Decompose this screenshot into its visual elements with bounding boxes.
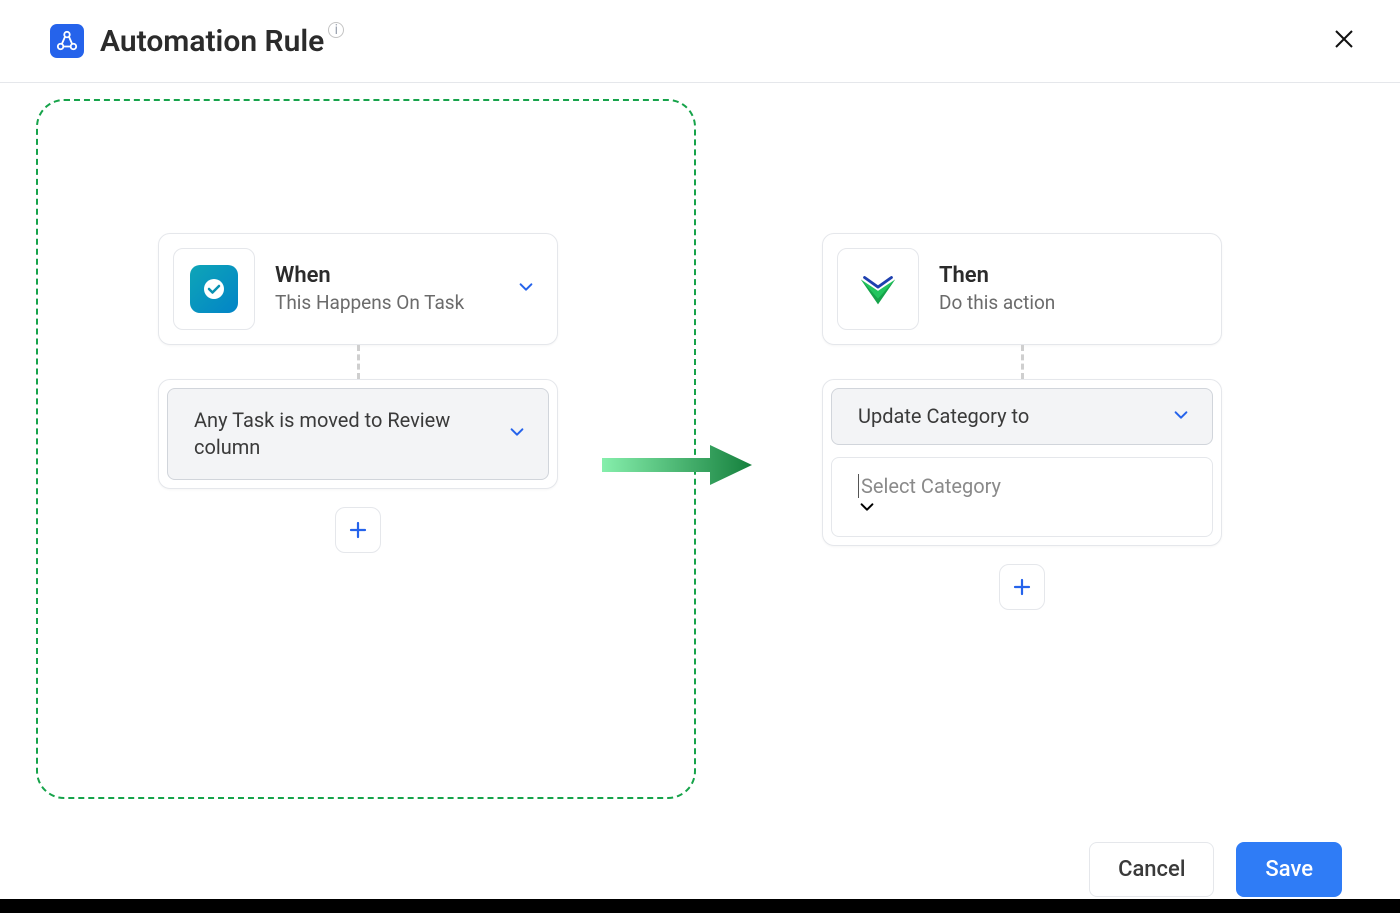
action-select-text: Update Category to bbox=[858, 403, 1029, 430]
when-expand[interactable] bbox=[513, 274, 539, 304]
then-subtitle: Do this action bbox=[939, 290, 1203, 316]
then-card[interactable]: Then Do this action bbox=[822, 233, 1222, 345]
save-button[interactable]: Save bbox=[1236, 842, 1342, 897]
close-button[interactable] bbox=[1328, 22, 1360, 60]
app-icon bbox=[50, 24, 84, 58]
action-select[interactable]: Update Category to bbox=[831, 388, 1213, 445]
cancel-button[interactable]: Cancel bbox=[1089, 842, 1214, 897]
page-title-text: Automation Rule bbox=[100, 24, 324, 59]
chevron-down-icon bbox=[517, 278, 535, 296]
then-icon-box bbox=[837, 248, 919, 330]
add-action-button[interactable] bbox=[999, 564, 1045, 610]
add-trigger-button[interactable] bbox=[335, 507, 381, 553]
arrow-right-icon bbox=[602, 441, 752, 489]
category-placeholder: Select Category bbox=[858, 474, 1001, 498]
when-title: When bbox=[275, 263, 493, 288]
page-title: Automation Rule i bbox=[100, 24, 344, 59]
close-icon bbox=[1334, 29, 1354, 49]
when-condition-card: Any Task is moved to Review column bbox=[158, 379, 558, 489]
action-select-chevron bbox=[1172, 406, 1190, 428]
plus-icon bbox=[1012, 577, 1032, 597]
trigger-select-chevron bbox=[508, 423, 526, 445]
when-icon-box bbox=[173, 248, 255, 330]
chevron-down-icon bbox=[508, 423, 526, 441]
when-card[interactable]: When This Happens On Task bbox=[158, 233, 558, 345]
header: Automation Rule i bbox=[0, 0, 1400, 83]
then-action-card: Update Category to Select Category bbox=[822, 379, 1222, 546]
footer: Cancel Save bbox=[1089, 842, 1342, 897]
header-left: Automation Rule i bbox=[50, 24, 344, 59]
then-title: Then bbox=[939, 263, 1203, 288]
category-select[interactable]: Select Category bbox=[831, 457, 1213, 537]
checkmark-circle-icon bbox=[202, 277, 226, 301]
then-column: Then Do this action Update Category to S… bbox=[822, 233, 1222, 610]
trigger-select-text: Any Task is moved to Review column bbox=[194, 407, 474, 461]
when-subtitle: This Happens On Task bbox=[275, 290, 485, 316]
plus-icon bbox=[348, 520, 368, 540]
canvas: When This Happens On Task Any Task is mo… bbox=[0, 83, 1400, 783]
info-icon[interactable]: i bbox=[328, 22, 344, 38]
automation-icon bbox=[56, 30, 78, 52]
chevron-down-icon bbox=[858, 498, 876, 516]
action-icon bbox=[855, 266, 901, 312]
when-column: When This Happens On Task Any Task is mo… bbox=[158, 233, 558, 553]
connector bbox=[357, 345, 360, 379]
category-select-chevron bbox=[858, 498, 1162, 520]
chevron-down-icon bbox=[1172, 406, 1190, 424]
connector bbox=[1021, 345, 1024, 379]
when-badge bbox=[190, 265, 238, 313]
flow-arrow bbox=[602, 441, 752, 493]
bottom-strip bbox=[0, 899, 1400, 913]
trigger-select[interactable]: Any Task is moved to Review column bbox=[167, 388, 549, 480]
